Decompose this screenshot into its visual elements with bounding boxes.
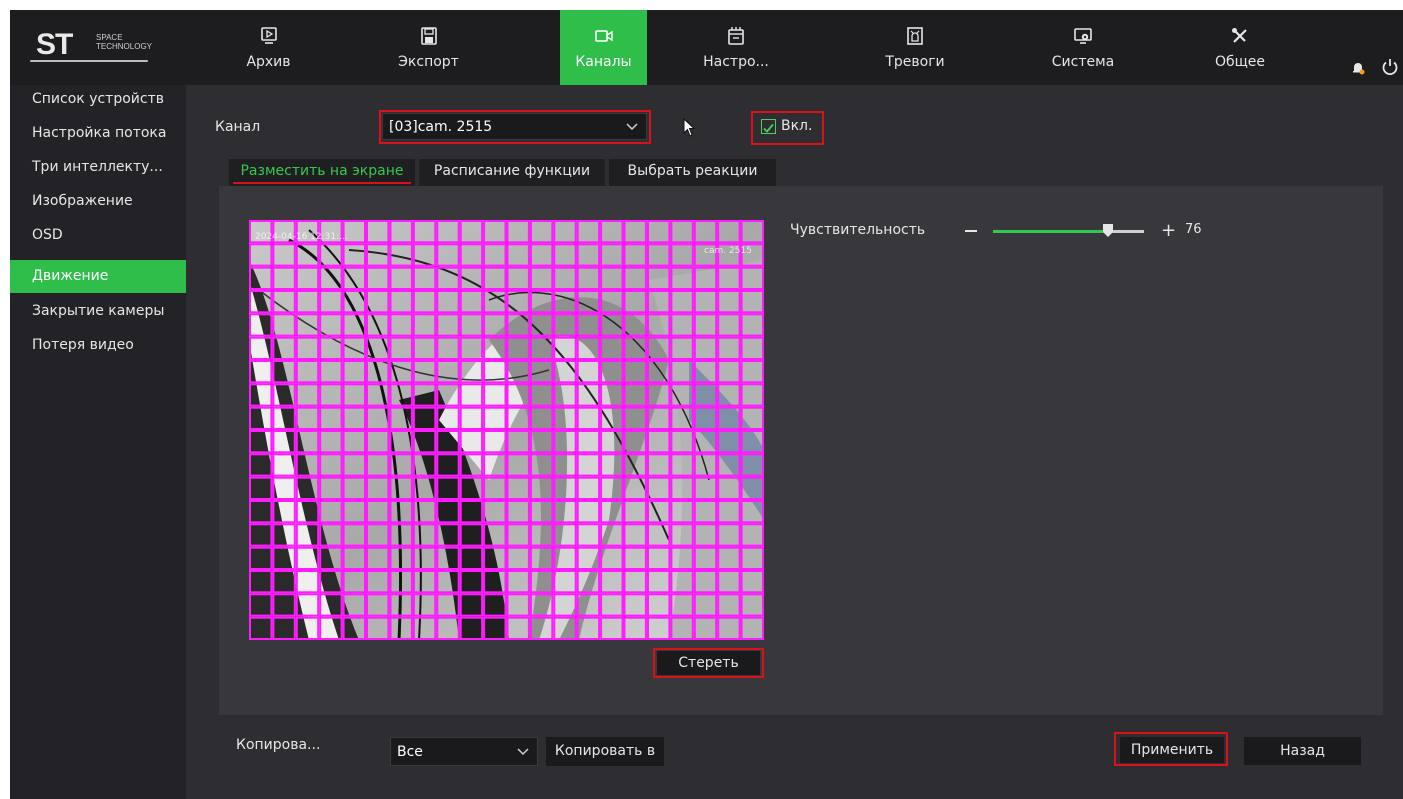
back-button[interactable]: Назад	[1244, 737, 1361, 765]
sidebar-menu: Список устройств Настройка потока Три ин…	[10, 85, 186, 799]
mouse-cursor-icon	[683, 118, 696, 137]
nav-tab-channels[interactable]: Каналы	[560, 10, 647, 85]
sidebar-item-motion[interactable]: Движение	[10, 260, 186, 293]
sidebar-item-osd[interactable]: OSD	[10, 221, 186, 255]
erase-button[interactable]: Стереть	[657, 651, 760, 675]
sidebar-item-intelligence[interactable]: Три интеллекту...	[10, 153, 186, 187]
enable-checkbox[interactable]	[761, 119, 776, 134]
copy-label: Копирова...	[236, 737, 321, 753]
nav-tab-label: Каналы	[575, 54, 632, 70]
nav-tab-general[interactable]: Общее	[1175, 10, 1305, 85]
nav-tab-archive[interactable]: Архив	[201, 10, 336, 85]
logo-subtitle: SPACE TECHNOLOGY	[96, 33, 153, 51]
enable-label: Вкл.	[781, 118, 813, 134]
logo-swoosh	[30, 60, 148, 62]
alarm-siren-icon	[907, 27, 923, 45]
sensitivity-increase-button[interactable]: +	[1161, 222, 1176, 240]
play-monitor-icon	[260, 27, 277, 44]
osd-datetime: 2024-04-16 12:31:...	[255, 232, 348, 242]
power-icon[interactable]	[1381, 58, 1399, 76]
film-frame-icon	[728, 27, 744, 45]
logo-mark: ST	[36, 28, 73, 61]
sensitivity-decrease-button[interactable]	[965, 230, 977, 232]
sensitivity-value: 76	[1185, 222, 1202, 237]
sidebar-item-stream-settings[interactable]: Настройка потока	[10, 119, 186, 153]
brand-logo: ST SPACE TECHNOLOGY	[28, 24, 168, 70]
sidebar-item-camera-tampering[interactable]: Закрытие камеры	[10, 297, 186, 331]
sensitivity-label: Чувствительность	[790, 222, 926, 238]
sensitivity-slider-fill	[993, 230, 1108, 233]
nav-tab-alarms[interactable]: Тревоги	[850, 10, 980, 85]
sidebar-item-image[interactable]: Изображение	[10, 187, 186, 221]
copy-select[interactable]: Все	[390, 737, 538, 766]
osd-camera-name: cam. 2515	[704, 246, 752, 256]
copy-to-button[interactable]: Копировать в	[546, 737, 664, 766]
top-navigation: ST SPACE TECHNOLOGY Архив Экспорт Каналы …	[10, 10, 1403, 85]
tab-function-schedule[interactable]: Расписание функции	[419, 159, 605, 186]
camera-preview-image	[249, 220, 764, 640]
channel-select-value: [03]cam. 2515	[389, 118, 493, 135]
nav-tab-label: Тревоги	[885, 54, 945, 70]
nav-tab-label: Общее	[1214, 54, 1266, 70]
nav-tab-system[interactable]: Система	[1018, 10, 1148, 85]
copy-select-value: Все	[397, 743, 423, 760]
nav-tab-label: Экспорт	[398, 54, 459, 70]
monitor-gear-icon	[1074, 28, 1092, 44]
nav-tab-label: Настро...	[703, 54, 769, 70]
motion-detection-area[interactable]: 2024-04-16 12:31:... cam. 2515	[249, 220, 764, 640]
sidebar-item-video-loss[interactable]: Потеря видео	[10, 331, 186, 365]
bell-icon[interactable]	[1351, 61, 1365, 75]
sensitivity-slider[interactable]	[993, 230, 1144, 233]
dvr-app-window: ST SPACE TECHNOLOGY Архив Экспорт Каналы …	[10, 10, 1403, 799]
chevron-down-icon	[626, 122, 638, 130]
nav-tab-label: Система	[1051, 54, 1115, 70]
floppy-disk-icon	[420, 27, 437, 45]
nav-tab-settings[interactable]: Настро...	[681, 10, 791, 85]
channel-select[interactable]: [03]cam. 2515	[382, 113, 647, 140]
channel-label: Канал	[215, 119, 261, 135]
camera-icon	[594, 30, 613, 42]
nav-tab-export[interactable]: Экспорт	[361, 10, 496, 85]
sidebar-item-device-list[interactable]: Список устройств	[10, 85, 186, 119]
tools-icon	[1232, 28, 1247, 43]
checkmark-icon	[763, 123, 774, 133]
tab-select-reactions[interactable]: Выбрать реакции	[609, 159, 776, 186]
chevron-down-icon	[517, 747, 529, 755]
apply-button[interactable]: Применить	[1120, 737, 1224, 763]
nav-tab-label: Архив	[246, 54, 291, 70]
sensitivity-slider-thumb[interactable]	[1102, 224, 1113, 238]
active-tab-underline	[233, 182, 411, 184]
